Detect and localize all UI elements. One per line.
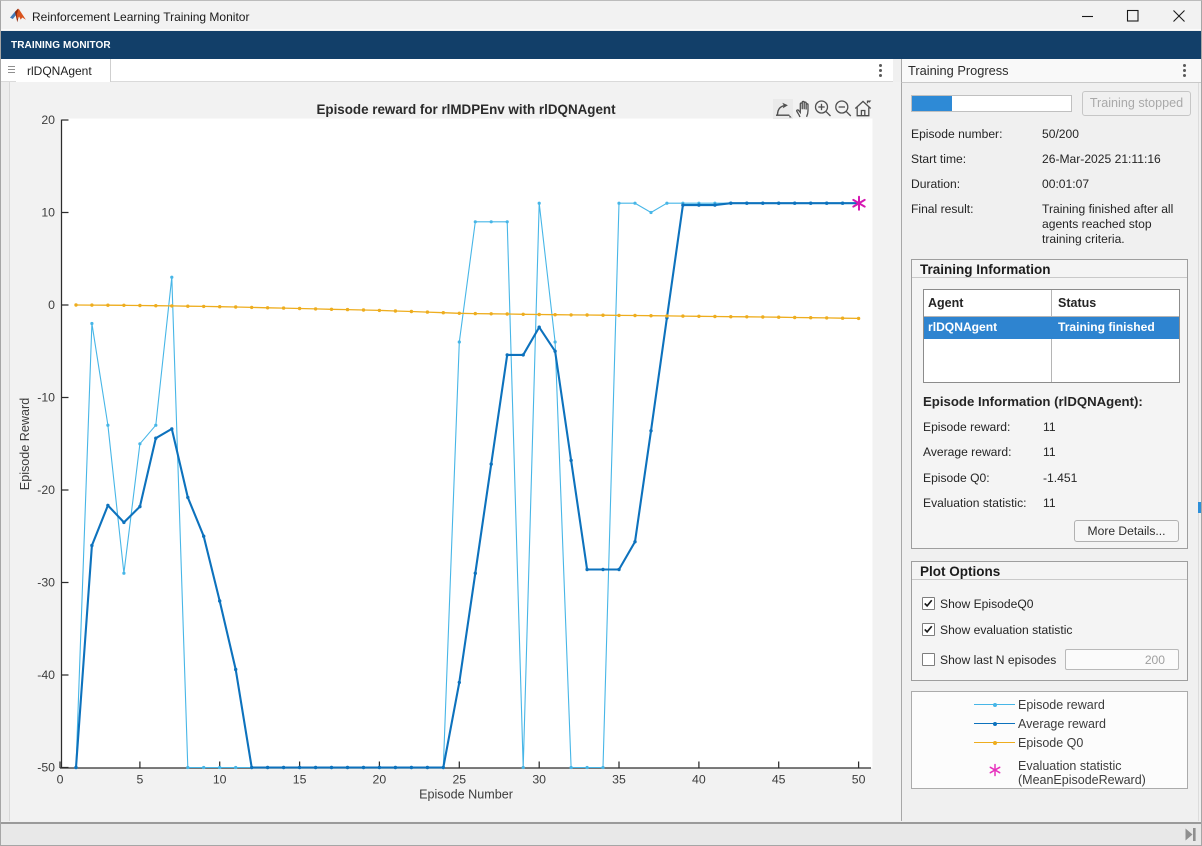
svg-text:40: 40 bbox=[692, 773, 706, 787]
svg-text:25: 25 bbox=[452, 773, 466, 787]
svg-text:15: 15 bbox=[293, 773, 307, 787]
svg-text:Episode Reward: Episode Reward bbox=[18, 398, 32, 490]
svg-text:30: 30 bbox=[532, 773, 546, 787]
svg-text:-30: -30 bbox=[37, 576, 55, 590]
svg-text:45: 45 bbox=[772, 773, 786, 787]
svg-text:Episode Number: Episode Number bbox=[419, 788, 513, 802]
svg-text:-20: -20 bbox=[37, 483, 55, 497]
svg-text:10: 10 bbox=[41, 206, 55, 220]
svg-text:-40: -40 bbox=[37, 668, 55, 682]
svg-text:50: 50 bbox=[852, 773, 866, 787]
svg-text:35: 35 bbox=[612, 773, 626, 787]
svg-text:-50: -50 bbox=[37, 761, 55, 775]
svg-text:0: 0 bbox=[57, 773, 64, 787]
svg-text:20: 20 bbox=[373, 773, 387, 787]
svg-text:0: 0 bbox=[48, 298, 55, 312]
svg-text:10: 10 bbox=[213, 773, 227, 787]
svg-text:-10: -10 bbox=[37, 391, 55, 405]
svg-text:20: 20 bbox=[41, 113, 55, 127]
svg-text:5: 5 bbox=[136, 773, 143, 787]
